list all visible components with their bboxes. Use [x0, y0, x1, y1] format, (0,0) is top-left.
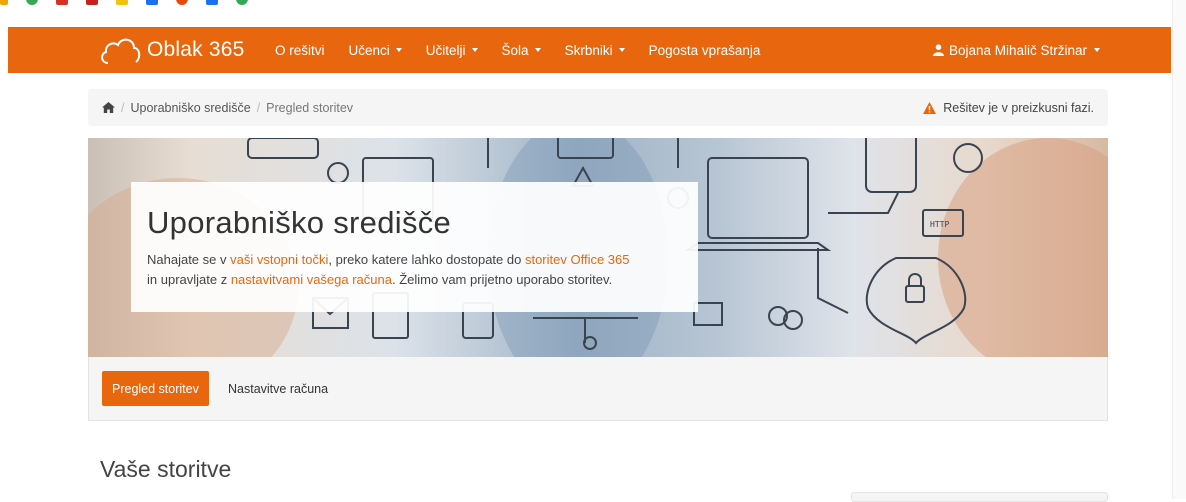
trial-warning: Rešitev je v preizkusni fazi.	[923, 89, 1094, 126]
hero-banner: HTTP Uporabniško središče Nahajate se v …	[88, 138, 1108, 357]
nav-label: Učenci	[348, 42, 390, 58]
bookmark[interactable]	[26, 0, 38, 5]
breadcrumb-separator: /	[121, 100, 125, 115]
caret-down-icon	[471, 48, 478, 52]
warning-icon	[923, 101, 937, 114]
hero-description: Nahajate se v vaši vstopni točki, preko …	[147, 250, 682, 290]
section-title: Vaše storitve	[100, 456, 232, 482]
breadcrumb-current: Pregled storitev	[266, 100, 354, 115]
nav-item-pogosta-vprasanja[interactable]: Pogosta vprašanja	[637, 43, 773, 58]
side-panel	[851, 492, 1108, 502]
nav-label: O rešitvi	[275, 42, 325, 58]
nav-item-sola[interactable]: Šola	[490, 43, 553, 58]
breadcrumb-separator: /	[256, 100, 261, 115]
tab-bar: Pregled storitev Nastavitve računa	[88, 357, 1108, 421]
scrollbar[interactable]	[1172, 0, 1186, 499]
nav-item-ucitelji[interactable]: Učitelji	[414, 43, 490, 58]
user-menu[interactable]: Bojana Mihalič Stržinar	[932, 27, 1100, 73]
entry-point-link[interactable]: vaši vstopni točki	[230, 252, 328, 267]
user-name: Bojana Mihalič Stržinar	[948, 42, 1087, 58]
home-icon[interactable]	[102, 102, 115, 113]
caret-down-icon	[1094, 48, 1100, 52]
warning-text: Rešitev je v preizkusni fazi.	[943, 100, 1094, 115]
breadcrumb-link[interactable]: Uporabniško središče	[130, 101, 250, 115]
nav-label: Šola	[501, 42, 529, 58]
hero-text: , preko katere lahko dostopate do	[328, 252, 525, 267]
hero-card: Uporabniško središče Nahajate se v vaši …	[131, 182, 698, 312]
breadcrumb: / Uporabniško središče / Pregled storite…	[88, 89, 1108, 126]
brand-name: Oblak 365	[147, 38, 245, 61]
hero-text: . Želimo vam prijetno uporabo storitev.	[391, 272, 613, 287]
nav-label: Učitelji	[425, 42, 466, 58]
page-title: Uporabniško središče	[147, 205, 452, 240]
bookmark[interactable]	[86, 0, 98, 5]
nav-item-o-resitvi[interactable]: O rešitvi	[263, 43, 337, 58]
caret-down-icon	[395, 48, 402, 52]
account-settings-link[interactable]: nastavitvami vašega računa	[231, 272, 392, 287]
bookmark[interactable]	[56, 0, 68, 5]
hero-text: Nahajate se v	[147, 252, 231, 267]
caret-down-icon	[618, 48, 625, 52]
hero-text: in upravljate z	[147, 272, 231, 287]
bookmark[interactable]	[116, 0, 128, 5]
bookmark[interactable]	[0, 0, 8, 5]
nav-item-ucenci[interactable]: Učenci	[337, 43, 414, 58]
office365-services-link[interactable]: storitev Office 365	[525, 252, 630, 267]
brand-link[interactable]: Oblak 365	[99, 34, 245, 66]
bookmarks-bar	[0, 0, 1186, 27]
caret-down-icon	[534, 48, 541, 52]
nav-label: Skrbniki	[564, 42, 613, 58]
tab-pregled-storitev[interactable]: Pregled storitev	[102, 371, 209, 406]
nav-label: Pogosta vprašanja	[648, 42, 761, 58]
bookmark[interactable]	[236, 0, 248, 5]
cloud-logo-icon	[101, 38, 141, 64]
nav-item-skrbniki[interactable]: Skrbniki	[553, 43, 637, 58]
tab-nastavitve-racuna[interactable]: Nastavitve računa	[228, 371, 328, 406]
bookmark[interactable]	[206, 0, 218, 5]
user-icon	[932, 44, 944, 56]
main-nav: O rešitvi Učenci Učitelji Šola Skrbniki …	[263, 27, 772, 73]
bookmark[interactable]	[176, 0, 188, 5]
bookmark[interactable]	[146, 0, 158, 5]
svg-text:HTTP: HTTP	[930, 220, 949, 229]
top-navbar: Oblak 365 O rešitvi Učenci Učitelji Šola…	[8, 27, 1171, 73]
